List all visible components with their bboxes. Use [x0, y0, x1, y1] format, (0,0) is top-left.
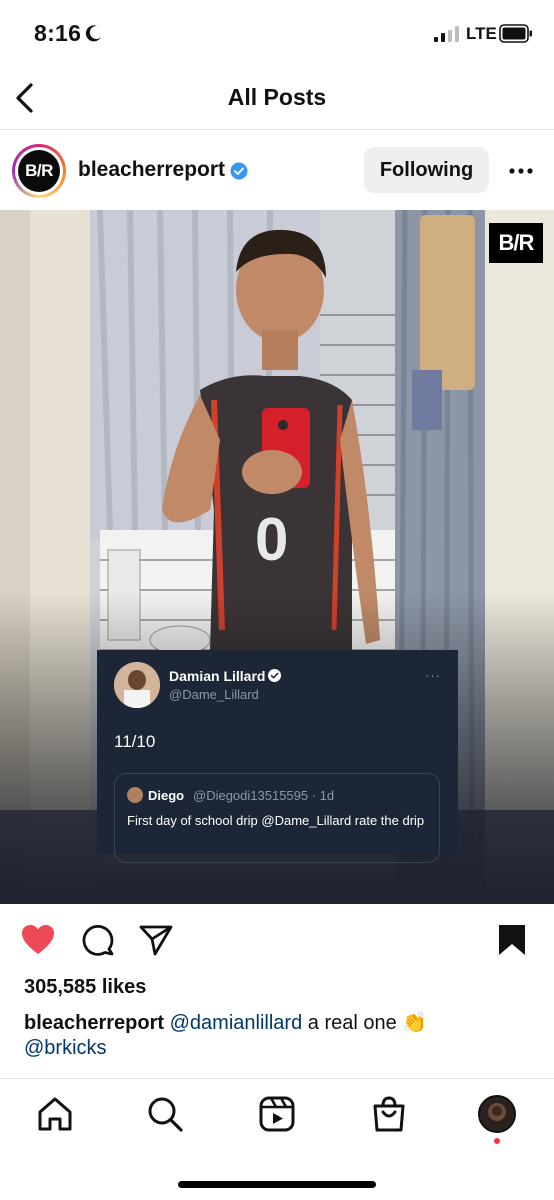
quoted-name: Diego — [148, 788, 185, 803]
caption-mention[interactable]: @damianlillard — [170, 1012, 303, 1034]
verified-badge-icon — [268, 669, 281, 682]
home-icon[interactable] — [36, 1095, 74, 1133]
page-title: All Posts — [227, 84, 327, 110]
quoted-text: First day of school drip @Dame_Lillard r… — [127, 813, 425, 828]
post-image[interactable]: 0 B/R Damian Lillard @Dame_Lillar — [0, 210, 554, 904]
caption-text: a real one 👏 — [302, 1012, 428, 1034]
moon-icon — [85, 25, 101, 42]
caption-mention[interactable]: @brkicks — [24, 1037, 107, 1059]
heart-filled-icon[interactable] — [20, 923, 56, 957]
likes-count[interactable]: 305,585 likes — [24, 976, 146, 999]
tweet-author-avatar — [114, 662, 160, 708]
bookmark-filled-icon[interactable] — [494, 923, 530, 957]
post-action-bar — [0, 906, 554, 972]
shop-icon[interactable] — [370, 1095, 408, 1133]
comment-icon[interactable] — [80, 923, 116, 957]
home-indicator — [178, 1181, 376, 1188]
status-time: 8:16 — [34, 20, 82, 46]
nav-header: All Posts — [0, 68, 554, 130]
signal-icon — [434, 26, 459, 42]
quoted-handle: @Diegodi13515595 · 1d — [193, 788, 335, 803]
tweet-card: Damian Lillard @Dame_Lillard ··· 11/10 D… — [97, 650, 458, 863]
send-icon[interactable] — [138, 923, 174, 957]
tweet-more-icon: ··· — [425, 668, 441, 683]
reels-icon[interactable] — [258, 1095, 296, 1133]
quoted-tweet: Diego @Diegodi13515595 · 1d First day of… — [114, 773, 440, 863]
battery-icon — [499, 24, 532, 43]
avatar: B/R — [18, 150, 60, 192]
network-type: LTE — [466, 24, 497, 43]
instagram-post-screen: 8:16 LTE All Posts B/R bleacherreport Fo… — [0, 0, 554, 1200]
tweet-text: 11/10 — [114, 732, 156, 751]
status-bar: 8:16 LTE — [0, 0, 554, 68]
tweet-author-handle: @Dame_Lillard — [169, 687, 259, 702]
search-icon[interactable] — [146, 1095, 184, 1133]
tweet-author-name: Damian Lillard — [169, 668, 266, 684]
story-ring[interactable]: B/R — [12, 144, 66, 198]
profile-avatar[interactable] — [478, 1095, 516, 1133]
caption-username[interactable]: bleacherreport — [24, 1012, 164, 1034]
verified-badge-icon — [230, 162, 248, 180]
br-watermark-logo: B/R — [489, 223, 543, 263]
more-horizontal-icon[interactable] — [508, 161, 534, 181]
notification-dot — [494, 1138, 500, 1144]
following-button[interactable]: Following — [364, 147, 489, 193]
quoted-avatar — [127, 787, 143, 803]
post-username[interactable]: bleacherreport — [78, 158, 225, 182]
post-caption: bleacherreport @damianlillard a real one… — [24, 1011, 534, 1061]
post-header: B/R bleacherreport Following — [0, 131, 554, 209]
